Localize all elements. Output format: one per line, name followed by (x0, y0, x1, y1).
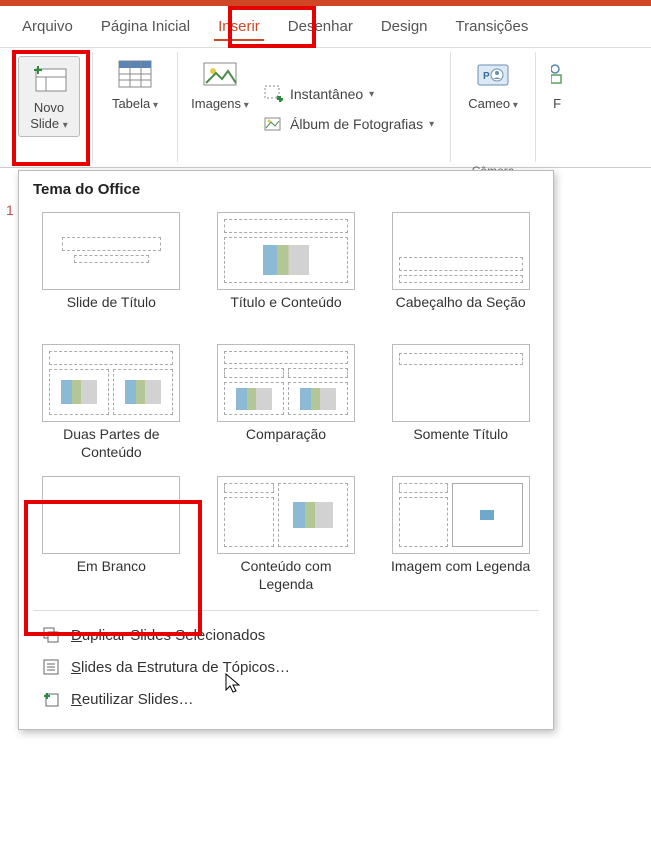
chevron-down-icon: ▾ (369, 89, 374, 100)
partial-button[interactable]: F (548, 56, 566, 112)
new-slide-icon (29, 60, 69, 96)
ribbon-group-partial: F (536, 52, 570, 162)
album-label: Álbum de Fotografias (290, 116, 423, 132)
imagens-label: Imagens (191, 96, 249, 112)
tab-inserir[interactable]: Inserir (204, 10, 274, 43)
chevron-down-icon: ▾ (429, 119, 434, 130)
layout-label: Cabeçalho da Seção (396, 294, 526, 330)
layout-label: Conteúdo com Legenda (212, 558, 361, 594)
layout-somente-titulo[interactable]: Somente Título (382, 340, 539, 466)
layout-conteudo-com-legenda[interactable]: Conteúdo com Legenda (208, 472, 365, 598)
svg-text:P: P (483, 71, 490, 82)
tabela-button[interactable]: Tabela (105, 56, 165, 112)
ribbon-group-tabela: Tabela (93, 52, 178, 162)
layout-thumb (392, 212, 530, 290)
album-button[interactable]: Álbum de Fotografias ▾ (260, 112, 438, 136)
new-slide-label: Novo Slide ▾ (30, 100, 68, 132)
layout-thumb (392, 344, 530, 422)
slide-thumbnail-number: 1 (6, 202, 14, 218)
action-reutilizar-slides[interactable]: Reutilizar Slides… (33, 683, 539, 715)
tab-design[interactable]: Design (367, 10, 442, 43)
layout-cabecalho-da-secao[interactable]: Cabeçalho da Seção (382, 208, 539, 334)
new-slide-button[interactable]: Novo Slide ▾ (18, 56, 80, 137)
layout-label: Em Branco (77, 558, 146, 594)
shapes-icon-partial (551, 56, 563, 92)
tab-desenhar[interactable]: Desenhar (274, 10, 367, 43)
layout-thumb (392, 476, 530, 554)
layout-grid: Slide de Título Título e Conteúdo Cabeça… (33, 208, 539, 598)
image-icon (200, 56, 240, 92)
instantaneo-button[interactable]: Instantâneo ▾ (260, 82, 438, 106)
layout-thumb (217, 212, 355, 290)
layout-em-branco[interactable]: Em Branco (33, 472, 190, 598)
reuse-slides-icon (41, 689, 61, 709)
layout-label: Slide de Título (67, 294, 156, 330)
ribbon-tabstrip: Arquivo Página Inicial Inserir Desenhar … (0, 6, 651, 48)
layout-duas-partes[interactable]: Duas Partes de Conteúdo (33, 340, 190, 466)
cameo-button[interactable]: P Cameo (463, 56, 523, 112)
dropdown-heading: Tema do Office (33, 181, 539, 198)
layout-thumb (42, 344, 180, 422)
tab-arquivo[interactable]: Arquivo (8, 10, 87, 43)
photo-album-icon (264, 114, 284, 134)
ribbon-group-slides: Novo Slide ▾ (0, 52, 93, 162)
layout-thumb (217, 344, 355, 422)
imagens-button[interactable]: Imagens (190, 56, 250, 112)
screenshot-icon (264, 84, 284, 104)
layout-titulo-e-conteudo[interactable]: Título e Conteúdo (208, 208, 365, 334)
layout-label: Comparação (246, 426, 326, 462)
ribbon-imagens-col: Instantâneo ▾ Álbum de Fotografias ▾ (260, 56, 438, 162)
ribbon-group-imagens: Imagens Instantâneo ▾ Álbum de Fotografi… (178, 52, 451, 162)
outline-icon (41, 657, 61, 677)
tabela-label: Tabela (112, 96, 158, 112)
action-duplicar-slides[interactable]: Duplicar Slides Selecionados (33, 619, 539, 651)
layout-label: Imagem com Legenda (391, 558, 530, 594)
action-label: Slides da Estrutura de Tópicos… (71, 659, 290, 676)
layout-comparacao[interactable]: Comparação (208, 340, 365, 466)
layout-slide-de-titulo[interactable]: Slide de Título (33, 208, 190, 334)
cameo-icon: P (473, 56, 513, 92)
layout-thumb (42, 476, 180, 554)
layout-thumb (217, 476, 355, 554)
action-label: Reutilizar Slides… (71, 691, 194, 708)
action-label: Duplicar Slides Selecionados (71, 627, 265, 644)
new-slide-dropdown: Tema do Office Slide de Título Título e … (18, 170, 554, 730)
action-slides-estrutura[interactable]: Slides da Estrutura de Tópicos… (33, 651, 539, 683)
partial-label: F (553, 96, 561, 112)
layout-label: Somente Título (413, 426, 508, 462)
table-icon (115, 56, 155, 92)
layout-imagem-com-legenda[interactable]: Imagem com Legenda (382, 472, 539, 598)
dropdown-divider (33, 610, 539, 611)
layout-thumb (42, 212, 180, 290)
tab-pagina-inicial[interactable]: Página Inicial (87, 10, 204, 43)
instantaneo-label: Instantâneo (290, 86, 363, 102)
layout-label: Título e Conteúdo (230, 294, 341, 330)
duplicate-icon (41, 625, 61, 645)
ribbon-group-cameo: P Cameo Câmera (451, 52, 536, 162)
cursor-icon (224, 672, 242, 697)
tab-transicoes[interactable]: Transições (442, 10, 543, 43)
cameo-label: Cameo (468, 96, 518, 112)
ribbon: Novo Slide ▾ Tabela (0, 48, 651, 168)
layout-label: Duas Partes de Conteúdo (37, 426, 186, 462)
